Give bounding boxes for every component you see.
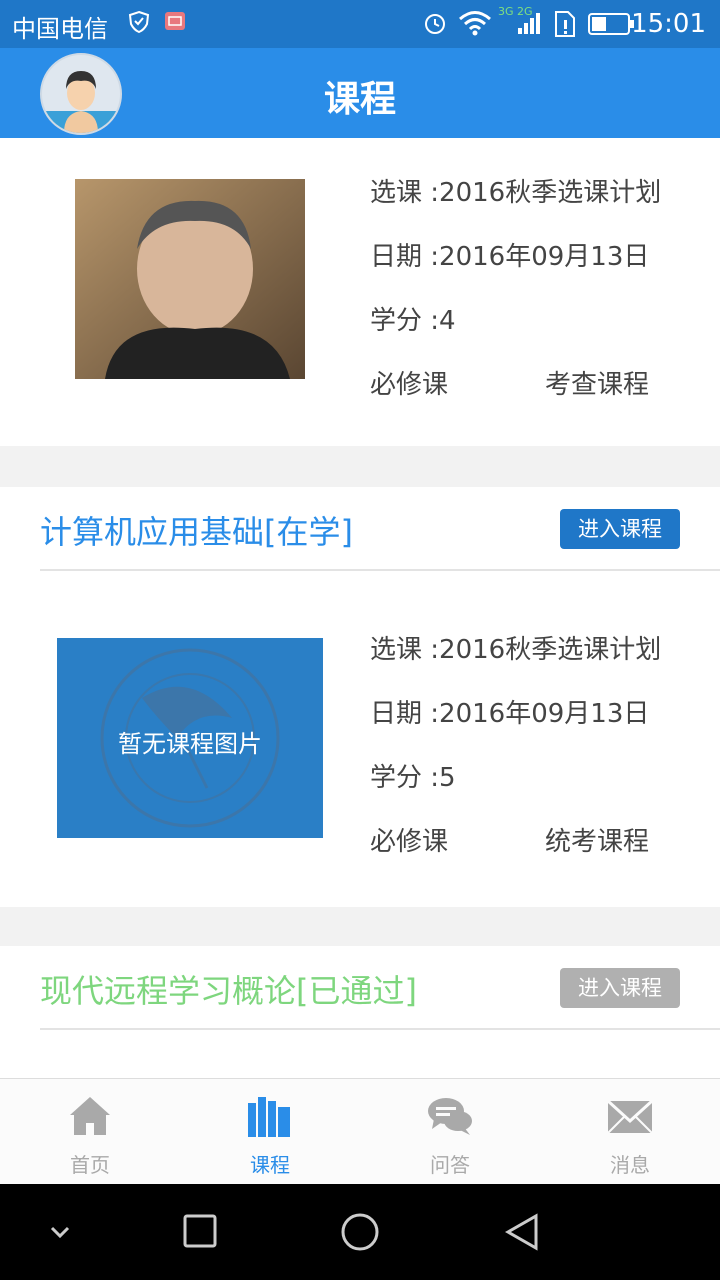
chat-icon bbox=[428, 1098, 472, 1135]
signal-icon bbox=[518, 13, 540, 34]
alarm-icon bbox=[425, 14, 445, 34]
chevron-down-icon[interactable] bbox=[48, 1212, 72, 1252]
enter-course-button[interactable]: 进入课程 bbox=[560, 968, 680, 1008]
course-card[interactable]: 计算机应用基础[在学] 进入课程 暂无课程图片 选课 :2016秋季选课计划 日… bbox=[0, 487, 720, 907]
course-card[interactable]: 现代远程学习概论[已通过] 进入课程 bbox=[0, 946, 720, 1078]
wifi-icon bbox=[459, 11, 491, 36]
course-list[interactable]: 选课 :2016秋季选课计划 日期 :2016年09月13日 学分 :4 必修课… bbox=[0, 138, 720, 1078]
recent-apps-icon[interactable] bbox=[182, 1212, 218, 1252]
course-photo bbox=[75, 179, 305, 379]
exam-type: 考查课程 bbox=[545, 370, 650, 400]
course-thumbnail bbox=[75, 179, 305, 379]
no-image-label: 暂无课程图片 bbox=[118, 730, 262, 758]
tab-home[interactable]: 首页 bbox=[0, 1079, 180, 1185]
home-icon bbox=[70, 1097, 110, 1135]
message-app-icon bbox=[165, 12, 185, 30]
course-type: 必修课 bbox=[370, 370, 449, 400]
app-header: 课程 bbox=[0, 48, 720, 138]
course-title[interactable]: 现代远程学习概论[已通过] bbox=[40, 966, 417, 1012]
exam-type: 统考课程 bbox=[545, 827, 650, 857]
mail-icon bbox=[606, 1099, 654, 1134]
course-type: 必修课 bbox=[370, 827, 449, 857]
bottom-tab-bar: 首页 课程 问答 消息 bbox=[0, 1078, 720, 1185]
divider bbox=[40, 569, 720, 571]
clock: 15:01 bbox=[631, 9, 706, 39]
tab-label: 首页 bbox=[70, 1153, 110, 1177]
carrier-label: 中国电信 bbox=[12, 15, 108, 43]
course-card-header: 计算机应用基础[在学] 进入课程 bbox=[0, 487, 720, 571]
tab-courses[interactable]: 课程 bbox=[180, 1079, 360, 1185]
page-title: 课程 bbox=[323, 79, 396, 120]
course-title[interactable]: 计算机应用基础[在学] bbox=[40, 507, 353, 553]
home-circle-icon[interactable] bbox=[340, 1212, 380, 1252]
tab-messages[interactable]: 消息 bbox=[540, 1079, 720, 1185]
status-bar: 中国电信 3G 2G 15:01 bbox=[0, 0, 720, 48]
tab-label: 课程 bbox=[250, 1153, 290, 1177]
enter-course-button[interactable]: 进入课程 bbox=[560, 509, 680, 549]
divider bbox=[40, 1028, 720, 1030]
books-icon bbox=[248, 1097, 290, 1137]
selection-plan: 选课 :2016秋季选课计划 bbox=[370, 178, 662, 208]
tab-label: 问答 bbox=[430, 1153, 470, 1177]
back-triangle-icon[interactable] bbox=[502, 1212, 542, 1252]
course-date: 日期 :2016年09月13日 bbox=[370, 699, 650, 729]
course-date: 日期 :2016年09月13日 bbox=[370, 242, 650, 272]
shield-icon bbox=[128, 10, 150, 34]
course-thumbnail-placeholder: 暂无课程图片 bbox=[57, 638, 323, 838]
course-credits: 学分 :4 bbox=[370, 306, 456, 336]
battery-icon bbox=[588, 13, 634, 35]
course-card-header: 现代远程学习概论[已通过] 进入课程 bbox=[0, 946, 720, 1030]
course-card[interactable]: 选课 :2016秋季选课计划 日期 :2016年09月13日 学分 :4 必修课… bbox=[0, 138, 720, 446]
course-credits: 学分 :5 bbox=[370, 763, 456, 793]
system-nav-bar bbox=[0, 1184, 720, 1280]
selection-plan: 选课 :2016秋季选课计划 bbox=[370, 635, 662, 665]
sim-alert-icon bbox=[555, 11, 575, 37]
tab-qa[interactable]: 问答 bbox=[360, 1079, 540, 1185]
tab-label: 消息 bbox=[610, 1153, 650, 1177]
